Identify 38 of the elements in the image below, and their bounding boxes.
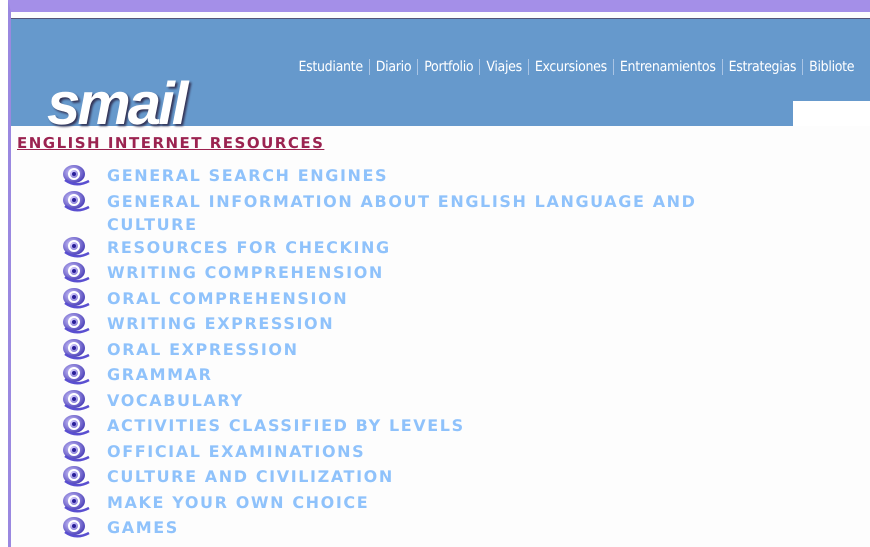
resource-link[interactable]: GENERAL INFORMATION ABOUT ENGLISH LANGUAGE AND CULTURE: [107, 190, 787, 236]
at-sign-icon: [61, 414, 91, 436]
resource-link[interactable]: WRITING COMPREHENSION: [107, 261, 787, 284]
resource-link[interactable]: OFFICIAL EXAMINATIONS: [107, 440, 787, 462]
nav-link[interactable]: Estudiante: [295, 59, 366, 75]
nav-link[interactable]: Portfolio: [421, 59, 476, 75]
nav-link[interactable]: Excursiones: [532, 59, 610, 75]
resource-link[interactable]: WRITING EXPRESSION: [107, 312, 787, 335]
section-title: ENGLISH INTERNET RESOURCES: [17, 134, 324, 152]
at-sign-icon: [61, 465, 91, 487]
at-sign-icon: [61, 440, 91, 462]
at-sign-icon: [61, 363, 91, 385]
nav-link[interactable]: Viajes: [483, 59, 525, 75]
resource-link[interactable]: GAMES: [107, 516, 787, 539]
at-sign-icon: [61, 312, 91, 334]
resource-link[interactable]: MAKE YOUR OWN CHOICE: [107, 490, 787, 514]
resource-link[interactable]: RESOURCES FOR CHECKING: [107, 236, 787, 258]
nav-link[interactable]: Bibliote: [806, 59, 858, 75]
at-sign-icon: [61, 516, 91, 538]
at-sign-icon: [61, 261, 91, 283]
at-sign-icon: [61, 236, 91, 258]
at-sign-icon: [61, 388, 91, 410]
at-sign-icon: [61, 164, 91, 186]
resource-link[interactable]: ORAL EXPRESSION: [107, 338, 787, 360]
nav-link[interactable]: Diario: [372, 59, 414, 75]
nav-link[interactable]: Estrategias: [726, 59, 800, 75]
resource-link[interactable]: GENERAL SEARCH ENGINES: [107, 164, 787, 187]
resource-link[interactable]: CULTURE AND CIVILIZATION: [107, 465, 787, 488]
resource-link[interactable]: GRAMMAR: [107, 363, 787, 386]
resource-link[interactable]: ACTIVITIES CLASSIFIED BY LEVELS: [107, 414, 787, 437]
at-sign-icon: [61, 286, 91, 308]
at-sign-icon: [61, 490, 91, 512]
at-sign-icon: [61, 190, 91, 212]
logo: smail: [47, 74, 186, 134]
at-sign-icon: [61, 338, 91, 360]
resource-link[interactable]: VOCABULARY: [107, 388, 787, 412]
resource-link[interactable]: ORAL COMPREHENSION: [107, 286, 787, 310]
nav-link[interactable]: Entrenamientos: [616, 59, 719, 75]
